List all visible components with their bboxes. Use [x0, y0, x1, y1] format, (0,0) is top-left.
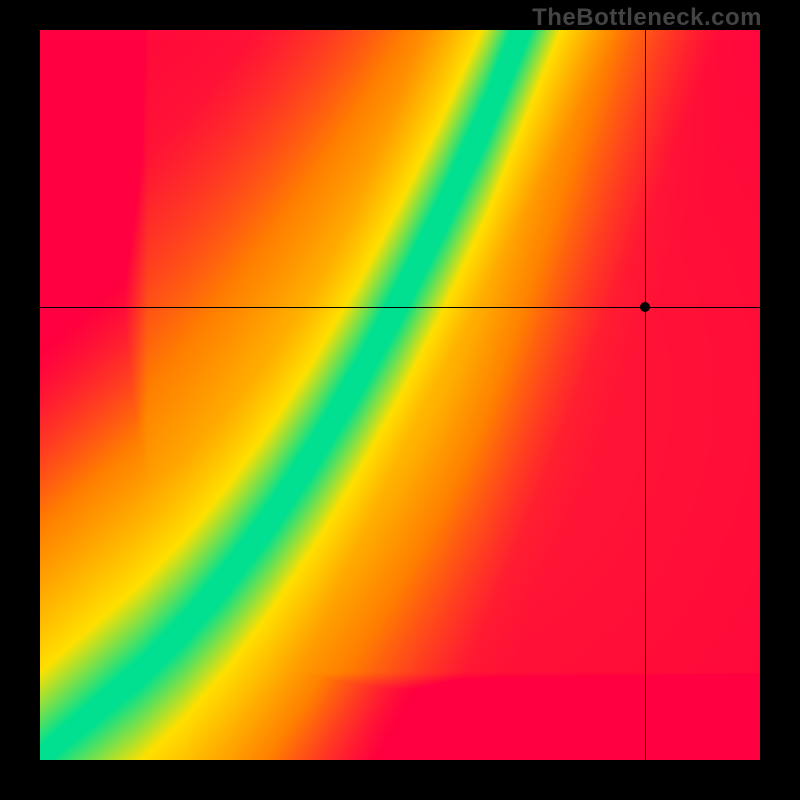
- watermark-text: TheBottleneck.com: [532, 4, 762, 32]
- heatmap-plot: [40, 30, 760, 760]
- crosshair-horizontal: [40, 307, 760, 308]
- heatmap-canvas: [40, 30, 760, 760]
- crosshair-vertical: [645, 30, 646, 760]
- marker-dot: [640, 302, 650, 312]
